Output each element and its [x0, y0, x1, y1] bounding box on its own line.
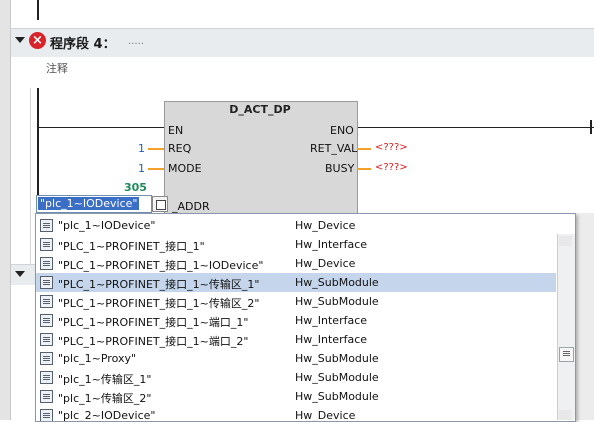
item-type: Hw_Device — [295, 219, 356, 232]
req-connector — [148, 148, 164, 150]
tag-icon — [40, 314, 53, 327]
item-name: "plc_1~IODevice" — [58, 219, 156, 232]
rung-line-right — [356, 127, 594, 128]
list-icon — [156, 200, 166, 210]
tag-icon — [40, 276, 53, 289]
pin-busy: BUSY — [325, 162, 355, 175]
list-item[interactable]: "PLC_1~PROFINET_接口_1~端口_1" Hw_Interface — [36, 311, 556, 330]
scroll-thumb[interactable] — [559, 347, 574, 362]
right-panel — [575, 213, 594, 420]
item-name: "PLC_1~PROFINET_接口_1~传输区_1" — [58, 278, 260, 291]
busy-value[interactable]: <???> — [375, 162, 408, 173]
function-block-title: D_ACT_DP — [229, 103, 291, 116]
item-type: Hw_Interface — [295, 333, 368, 346]
item-name: "PLC_1~PROFINET_接口_1~端口_2" — [58, 335, 249, 348]
network-title[interactable]: 程序段 4： — [50, 33, 116, 52]
comment-row[interactable] — [11, 57, 594, 79]
rung-line-left — [37, 127, 165, 128]
ret-val-connector — [357, 148, 371, 150]
mode-connector — [148, 168, 164, 170]
item-type: Hw_SubModule — [295, 352, 379, 365]
req-value[interactable]: 1 — [138, 142, 145, 155]
item-type: Hw_SubModule — [295, 295, 379, 308]
pin-ret-val: RET_VAL — [310, 142, 358, 155]
collapse-triangle-icon[interactable] — [15, 37, 25, 43]
collapse-triangle-icon[interactable] — [15, 271, 25, 277]
mode-value[interactable]: 1 — [138, 162, 145, 175]
list-item[interactable]: "plc_1~Proxy" Hw_SubModule — [36, 349, 556, 368]
tag-icon — [40, 257, 53, 270]
network-title-placeholder[interactable]: ..... — [128, 36, 144, 47]
power-rail-top — [37, 0, 39, 20]
list-item[interactable]: "plc_1~IODevice" Hw_Device — [36, 216, 556, 235]
list-item[interactable]: "PLC_1~PROFINET_接口_1" Hw_Interface — [36, 235, 556, 254]
item-name: "PLC_1~PROFINET_接口_1" — [58, 240, 205, 253]
item-name: "plc_1~Proxy" — [58, 352, 137, 365]
item-type: Hw_SubModule — [295, 371, 379, 384]
item-name: "plc_1~传输区_2" — [58, 392, 152, 405]
item-type: Hw_Interface — [295, 314, 368, 327]
item-name: "plc_1~传输区_1" — [58, 373, 152, 386]
busy-connector — [357, 168, 371, 170]
item-name: "PLC_1~PROFINET_接口_1~IODevice" — [58, 259, 264, 272]
item-type: Hw_SubModule — [295, 276, 379, 289]
left-gutter — [0, 0, 11, 420]
tag-icon — [40, 238, 53, 251]
item-name: "PLC_1~PROFINET_接口_1~传输区_2" — [58, 297, 260, 310]
list-item[interactable]: "plc_1~传输区_1" Hw_SubModule — [36, 368, 556, 387]
item-name: "plc_2~IODevice" — [58, 409, 156, 422]
previous-network-area — [11, 0, 594, 27]
pin-addr: _ADDR — [172, 200, 210, 213]
ret-val-value[interactable]: <???> — [375, 142, 408, 153]
tag-icon — [40, 390, 53, 403]
scroll-down-arrow-icon[interactable] — [559, 410, 572, 420]
pin-req: REQ — [168, 142, 192, 155]
pin-eno: ENO — [330, 124, 354, 137]
list-item-highlighted[interactable]: "PLC_1~PROFINET_接口_1~传输区_1" Hw_SubModule — [36, 273, 556, 292]
tag-icon — [40, 295, 53, 308]
item-name: "PLC_1~PROFINET_接口_1~端口_1" — [58, 316, 249, 329]
tag-icon — [40, 409, 53, 421]
operand-input-text[interactable]: "plc_1~IODevice" — [38, 197, 140, 210]
item-type: Hw_Interface — [295, 238, 368, 251]
list-item[interactable]: "PLC_1~PROFINET_接口_1~传输区_2" Hw_SubModule — [36, 292, 556, 311]
tag-icon — [40, 352, 53, 365]
operand-list-button[interactable] — [152, 196, 168, 212]
tag-icon — [40, 333, 53, 346]
pin-mode: MODE — [168, 162, 202, 175]
tag-icon — [40, 219, 53, 232]
list-item[interactable]: "PLC_1~PROFINET_接口_1~端口_2" Hw_Interface — [36, 330, 556, 349]
pin-en: EN — [168, 124, 184, 137]
item-type: Hw_Device — [295, 409, 356, 422]
error-x-icon: × — [29, 32, 46, 49]
scroll-up-arrow-icon[interactable] — [559, 236, 572, 246]
list-item[interactable]: "PLC_1~PROFINET_接口_1~IODevice" Hw_Device — [36, 254, 556, 273]
addr-current-value: 305 — [124, 181, 147, 194]
dropdown-scrollbar[interactable] — [557, 234, 575, 420]
item-type: Hw_Device — [295, 257, 356, 270]
rung-end — [590, 120, 592, 134]
autocomplete-dropdown[interactable]: "plc_1~IODevice" Hw_Device "PLC_1~PROFIN… — [35, 213, 576, 422]
tag-icon — [40, 371, 53, 384]
comment-label[interactable]: 注释 — [46, 60, 68, 76]
list-item[interactable]: "plc_1~传输区_2" Hw_SubModule — [36, 387, 556, 406]
item-type: Hw_SubModule — [295, 390, 379, 403]
